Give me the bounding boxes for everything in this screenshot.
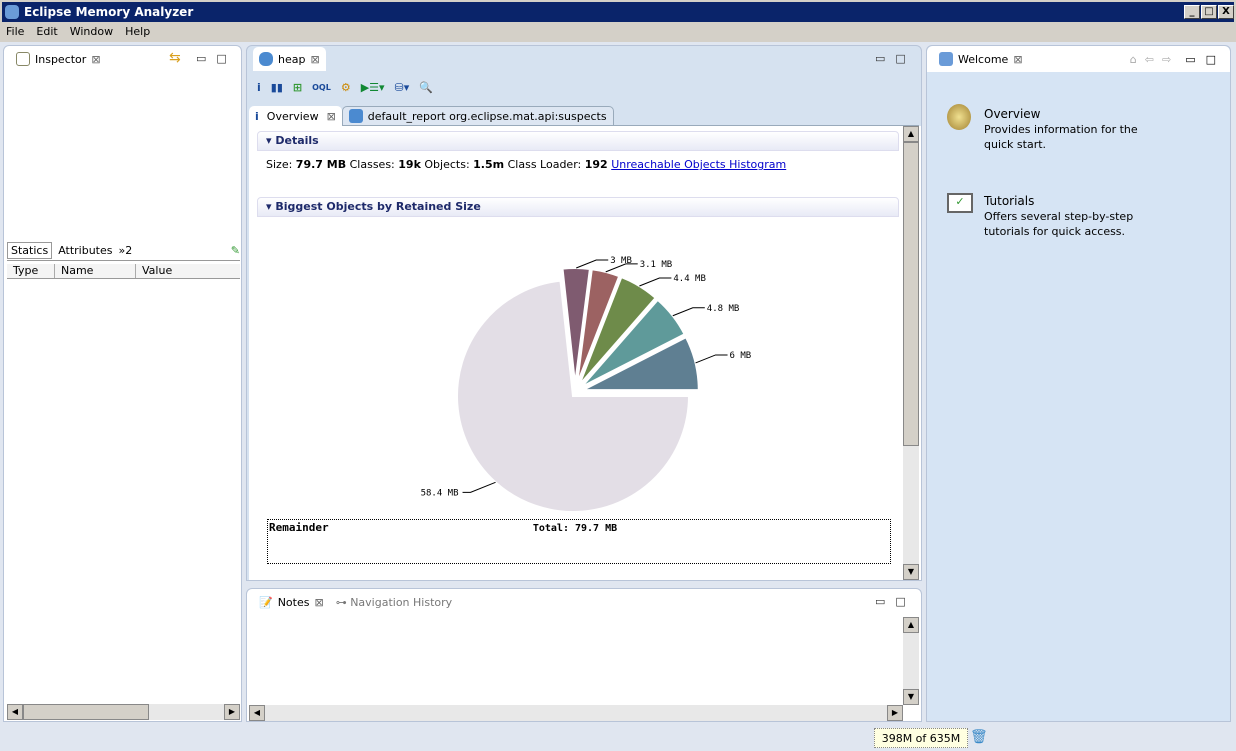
tutorials-icon: ✓ (947, 193, 973, 213)
scroll-left[interactable]: ◀ (7, 704, 23, 720)
tab-navigation-history[interactable]: ⊶ Navigation History (336, 596, 452, 609)
scroll-thumb[interactable] (903, 142, 919, 446)
pin-icon[interactable]: ✎ (231, 244, 240, 257)
title-bar: Eclipse Memory Analyzer _ □ X (0, 0, 1236, 22)
tab-label: Inspector (35, 52, 87, 66)
notes-panel: 📝 Notes ⊠ ⊶ Navigation History ▭□ ▲ ▼ ◀ ▶ (246, 588, 922, 722)
tab-label: heap (278, 52, 306, 66)
app-icon (5, 5, 19, 19)
tab-overview[interactable]: i Overview ⊠ (249, 106, 342, 126)
minimize-button[interactable]: _ (1184, 5, 1200, 19)
slice-leader-line (672, 307, 705, 317)
view-controls[interactable]: ▭□ (875, 52, 916, 65)
heap-icon (259, 52, 273, 66)
details-section-header[interactable]: ▾ Details (257, 131, 899, 151)
close-icon[interactable]: ⊠ (327, 110, 336, 123)
tab-heap[interactable]: heap ⊠ (253, 47, 326, 71)
scroll-up[interactable]: ▲ (903, 126, 919, 142)
slice-label: 6 MB (730, 351, 752, 361)
maximize-button[interactable]: □ (1201, 5, 1217, 19)
close-icon[interactable]: ⊠ (310, 53, 319, 66)
close-icon[interactable]: ⊠ (91, 53, 100, 66)
search-icon[interactable]: 🔍 (419, 81, 433, 94)
tab-label: default_report org.eclipse.mat.api:suspe… (367, 109, 607, 123)
welcome-icon (939, 52, 953, 66)
menu-edit[interactable]: Edit (36, 25, 57, 38)
vertical-scrollbar[interactable]: ▲ ▼ (903, 126, 919, 580)
slice-label: 3.1 MB (640, 260, 673, 270)
tab-label: Notes (277, 595, 310, 609)
pie-chart: 6 MB4.8 MB4.4 MB3.1 MB3 MB58.4 MBTotal: … (421, 256, 752, 534)
view-controls[interactable]: ▭□ (196, 52, 237, 65)
query-browser-icon[interactable]: ⛁▾ (395, 81, 410, 94)
slice-label: 4.8 MB (707, 304, 740, 314)
horizontal-scrollbar[interactable]: ◀ ▶ (7, 704, 240, 720)
oql-icon[interactable]: OQL (312, 83, 331, 92)
tab-default-report[interactable]: default_report org.eclipse.mat.api:suspe… (341, 106, 614, 126)
overview-link[interactable]: Overview Provides information for the qui… (984, 107, 1154, 152)
close-icon[interactable]: ⊠ (314, 596, 323, 609)
tab-label: Welcome (958, 52, 1009, 66)
scroll-right[interactable]: ▶ (224, 704, 240, 720)
scroll-down[interactable]: ▼ (903, 564, 919, 580)
tab-notes[interactable]: 📝 Notes ⊠ (253, 590, 330, 614)
report-icon (348, 109, 363, 123)
welcome-panel: Welcome ⊠ ⌂⇦⇨ ▭□ Overview Provides informat… (926, 45, 1231, 722)
slice-leader-line (576, 259, 609, 269)
slice-leader-line (639, 277, 672, 287)
view-controls[interactable]: ▭□ (875, 595, 916, 608)
horizontal-scrollbar[interactable]: ◀ ▶ (249, 705, 903, 721)
overview-icon[interactable]: i (257, 81, 261, 94)
menu-window[interactable]: Window (70, 25, 113, 38)
info-icon: i (255, 109, 259, 123)
menu-help[interactable]: Help (125, 25, 150, 38)
scroll-thumb[interactable] (23, 704, 149, 720)
notes-icon: 📝 (259, 595, 273, 609)
inspector-panel: Inspector ⊠ ⇆ ▭□ Statics Attributes »2 ✎ … (3, 45, 242, 722)
slice-label: 3 MB (610, 256, 632, 266)
nav-buttons[interactable]: ⌂⇦⇨ (1130, 53, 1179, 66)
view-controls[interactable]: ▭□ (1185, 53, 1226, 66)
heap-status[interactable]: 398M of 635M (874, 728, 968, 748)
slice-leader-line (695, 354, 728, 364)
overview-content: ▾ Details Size: 79.7 MB Classes: 19k Obj… (249, 126, 921, 580)
globe-icon (947, 104, 971, 130)
menu-file[interactable]: File (6, 25, 24, 38)
tutorials-link[interactable]: Tutorials Offers several step-by-step tut… (984, 194, 1154, 239)
more-tabs[interactable]: »2 (119, 244, 133, 257)
unreachable-histogram-link[interactable]: Unreachable Objects Histogram (611, 158, 786, 171)
close-button[interactable]: X (1218, 5, 1234, 19)
details-text: Size: 79.7 MB Classes: 19k Objects: 1.5m… (266, 158, 787, 171)
menu-bar: File Edit Window Help (0, 22, 1236, 42)
tab-welcome[interactable]: Welcome ⊠ (933, 47, 1029, 71)
heap-editor: heap ⊠ ▭□ i ▮▮ ⊞ OQL ⚙ ▶☰▾ ⛁▾ 🔍 i Overview… (246, 45, 922, 581)
dominator-tree-icon[interactable]: ⊞ (293, 81, 302, 94)
tab-label: Overview (266, 109, 319, 123)
heap-dump-overview-icon[interactable]: ⚙ (341, 81, 351, 94)
vertical-scrollbar[interactable]: ▲ ▼ (903, 617, 919, 705)
link-arrows-icon[interactable]: ⇆ (169, 50, 181, 66)
column-value[interactable]: Value (136, 264, 172, 278)
slice-leader-line (462, 481, 496, 493)
garbage-collect-icon[interactable]: 🗑 (970, 729, 988, 745)
tab-statics[interactable]: Statics (7, 242, 53, 259)
history-icon: ⊶ (335, 595, 351, 609)
close-icon[interactable]: ⊠ (1013, 53, 1022, 66)
tab-attributes[interactable]: Attributes (58, 244, 112, 257)
window-title: Eclipse Memory Analyzer (24, 5, 194, 19)
column-name[interactable]: Name (55, 264, 136, 278)
histogram-icon[interactable]: ▮▮ (271, 81, 283, 94)
biggest-objects-section-header[interactable]: ▾ Biggest Objects by Retained Size (257, 197, 899, 217)
run-report-icon[interactable]: ▶☰▾ (361, 81, 385, 94)
inspector-icon (16, 52, 30, 66)
column-type[interactable]: Type (7, 264, 55, 278)
remainder-box: Remainder (267, 519, 891, 564)
tab-inspector[interactable]: Inspector ⊠ (10, 47, 107, 71)
slice-label: 58.4 MB (421, 488, 459, 498)
slice-label: 4.4 MB (673, 274, 706, 284)
